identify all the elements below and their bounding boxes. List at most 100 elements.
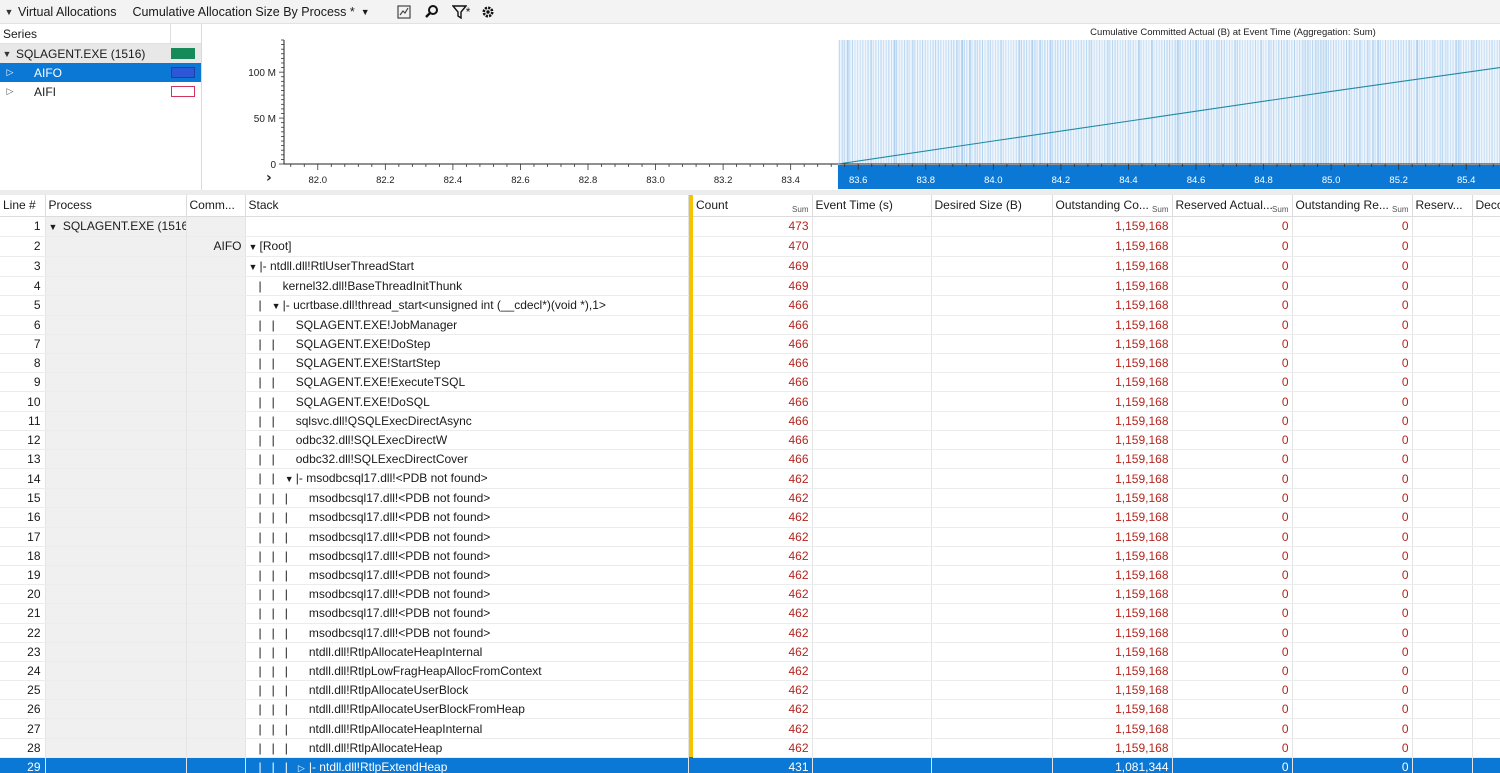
event-tick-mark (1457, 40, 1460, 164)
process-cell (45, 256, 187, 277)
table-row[interactable]: 14 | | ▼ |- msodbcsql17.dll!<PDB not foun… (0, 468, 1500, 490)
line-number-cell: 19 (0, 565, 46, 586)
event-tick-mark (1015, 40, 1017, 164)
series-color-swatch[interactable] (171, 86, 195, 97)
table-row[interactable]: 29 | | | ▷ |- ntdll.dll!RtlpExtendHeap 431… (0, 757, 1500, 773)
stack-frame-cell: ▼ [Root] (245, 236, 689, 257)
event-tick-mark (943, 40, 944, 164)
column-header-process[interactable]: Process (45, 195, 187, 217)
series-item-sqlagent[interactable]: ▼ SQLAGENT.EXE (1516) (0, 44, 201, 63)
column-header-comm[interactable]: Comm... (186, 195, 246, 217)
event-time-cell (812, 565, 932, 586)
table-row[interactable]: 20 | | | msodbcsql17.dll!<PDB not found>… (0, 584, 1500, 605)
table-row[interactable]: 18 | | | msodbcsql17.dll!<PDB not found>… (0, 546, 1500, 566)
event-time-cell (812, 430, 932, 451)
event-tick-mark (1195, 40, 1197, 164)
stack-frame-label: msodbcsql17.dll!<PDB not found> (308, 568, 491, 583)
search-icon[interactable] (424, 4, 440, 20)
table-row[interactable]: 1 ▼ SQLAGENT.EXE (1516) 473 1,159,168 0 0 (0, 216, 1500, 237)
column-header-event-time[interactable]: Event Time (s) (812, 195, 932, 217)
table-row[interactable]: 27 | | | ntdll.dll!RtlpAllocateHeapInter… (0, 718, 1500, 739)
axis-expand-arrow-icon[interactable]: › (266, 170, 272, 186)
table-row[interactable]: 17 | | | msodbcsql17.dll!<PDB not found>… (0, 527, 1500, 547)
desired-size-cell (931, 276, 1053, 296)
series-item-aifi[interactable]: ▷ AIFI (0, 82, 201, 101)
table-row[interactable]: 16 | | | msodbcsql17.dll!<PDB not found>… (0, 507, 1500, 528)
table-row[interactable]: 8 | | SQLAGENT.EXE!StartStep 466 1,159,168… (0, 353, 1500, 374)
event-tick-mark (1283, 40, 1285, 164)
table-row[interactable]: 6 | | SQLAGENT.EXE!JobManager 466 1,159,16… (0, 315, 1500, 335)
column-header-outstanding-commit[interactable]: Outstanding Co... Sum (1052, 195, 1173, 217)
table-row[interactable]: 26 | | | ntdll.dll!RtlpAllocateUserBlock… (0, 699, 1500, 720)
table-row[interactable]: 9 | | SQLAGENT.EXE!ExecuteTSQL 466 1,159,1… (0, 372, 1500, 393)
outstanding-commit-cell: 1,159,168 (1052, 236, 1173, 257)
expand-triangle-icon[interactable]: ▷ (3, 67, 17, 78)
table-row[interactable]: 7 | | SQLAGENT.EXE!DoStep 466 1,159,168 0 0 (0, 334, 1500, 355)
x-tick-label: 83.6 (849, 175, 868, 186)
column-header-line[interactable]: Line # (0, 195, 46, 217)
cumulative-allocation-chart[interactable]: Cumulative Committed Actual (B) at Event… (204, 24, 1500, 190)
expand-triangle-icon[interactable]: ▼ (0, 49, 14, 59)
expand-triangle-icon[interactable]: ▼ (272, 297, 283, 315)
table-row[interactable]: 11 | | sqlsvc.dll!QSQLExecDirectAsync 466… (0, 411, 1500, 431)
series-header: Series (0, 23, 201, 44)
column-header-decommit[interactable]: Deco (1472, 195, 1500, 217)
desired-size-cell (931, 757, 1053, 773)
table-row[interactable]: 23 | | | ntdll.dll!RtlpAllocateHeapInter… (0, 642, 1500, 662)
table-row[interactable]: 28 | | | ntdll.dll!RtlpAllocateHeap 462 1,… (0, 738, 1500, 758)
column-header-desired-size[interactable]: Desired Size (B) (931, 195, 1053, 217)
column-header-count[interactable]: Count Sum (693, 195, 813, 217)
gear-icon[interactable] (480, 4, 496, 20)
expand-triangle-icon[interactable]: ▼ (285, 470, 296, 488)
event-tick-mark (1455, 40, 1457, 164)
commit-type-cell (186, 738, 246, 758)
expand-triangle-icon[interactable]: ▼ (49, 218, 60, 236)
column-header-reserved-actual[interactable]: Reserved Actual... Sum (1172, 195, 1293, 217)
table-row[interactable]: 25 | | | ntdll.dll!RtlpAllocateUserBlock… (0, 680, 1500, 701)
line-number-cell: 9 (0, 372, 46, 393)
expand-triangle-icon[interactable]: ▷ (298, 759, 309, 773)
table-row[interactable]: 4 | kernel32.dll!BaseThreadInitThunk 469 1… (0, 276, 1500, 296)
expand-triangle-icon[interactable]: ▼ (249, 258, 260, 276)
view-preset-dropdown[interactable]: Cumulative Allocation Size By Process * … (132, 5, 369, 19)
expand-triangle-icon[interactable]: ▼ (249, 238, 260, 256)
event-time-cell (812, 295, 932, 316)
table-row[interactable]: 5 | ▼ |- ucrtbase.dll!thread_start<unsign… (0, 295, 1500, 316)
table-row[interactable]: 3 ▼ |- ntdll.dll!RtlUserThreadStart 469 1,15… (0, 256, 1500, 277)
collapse-chevron-icon[interactable]: ▼ (0, 7, 18, 17)
count-cell: 469 (693, 256, 813, 277)
table-row[interactable]: 12 | | odbc32.dll!SQLExecDirectW 466 1,159… (0, 430, 1500, 451)
series-color-swatch[interactable] (171, 67, 195, 78)
event-tick-mark (1122, 40, 1124, 164)
event-tick-mark (844, 40, 846, 164)
table-row[interactable]: 10 | | SQLAGENT.EXE!DoSQL 466 1,159,168 0 0 (0, 391, 1500, 412)
expand-triangle-icon[interactable]: ▷ (3, 86, 17, 97)
column-header-reserved[interactable]: Reserv... (1412, 195, 1473, 217)
graph-panel[interactable]: Cumulative Committed Actual (B) at Event… (204, 24, 1500, 190)
table-row[interactable]: 13 | | odbc32.dll!SQLExecDirectCover 466 1… (0, 449, 1500, 470)
column-header-stack[interactable]: Stack (245, 195, 689, 217)
line-number-cell: 2 (0, 236, 46, 257)
table-row[interactable]: 15 | | | msodbcsql17.dll!<PDB not found>… (0, 488, 1500, 509)
graph-display-icon[interactable] (396, 4, 412, 20)
series-item-aifo[interactable]: ▷ AIFO (0, 63, 201, 82)
event-tick-mark (841, 40, 844, 164)
table-row[interactable]: 2 AIFO ▼ [Root] 470 1,159,168 0 0 (0, 236, 1500, 257)
process-cell: ▼ SQLAGENT.EXE (1516) (45, 216, 187, 237)
table-row[interactable]: 21 | | | msodbcsql17.dll!<PDB not found>… (0, 603, 1500, 624)
event-tick-mark (935, 40, 937, 164)
table-row[interactable]: 24 | | | ntdll.dll!RtlpLowFragHeapAllocF… (0, 661, 1500, 682)
commit-type-cell (186, 642, 246, 662)
table-row[interactable]: 22 | | | msodbcsql17.dll!<PDB not found>… (0, 623, 1500, 643)
column-header-outstanding-reserved[interactable]: Outstanding Re... Sum (1292, 195, 1413, 217)
line-number-cell: 25 (0, 680, 46, 701)
tree-indent-guides: | | | (248, 587, 298, 602)
table-row[interactable]: 19 | | | msodbcsql17.dll!<PDB not found>… (0, 565, 1500, 586)
stack-frame-label: [Root] (259, 238, 292, 253)
desired-size-cell (931, 449, 1053, 470)
event-tick-mark (969, 40, 971, 164)
line-number-cell: 29 (0, 757, 46, 773)
series-color-swatch[interactable] (171, 48, 195, 59)
column-header-label: Reserved Actual... (1175, 198, 1273, 213)
decommit-cell (1472, 603, 1500, 624)
